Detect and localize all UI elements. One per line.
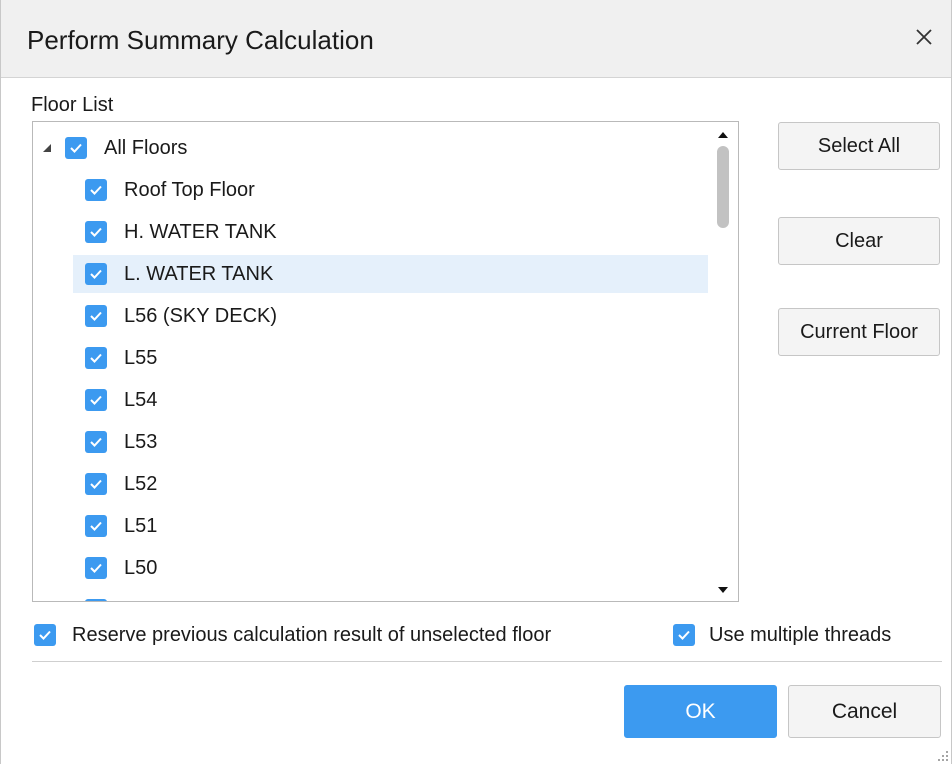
close-icon	[916, 29, 932, 45]
scrollbar-thumb[interactable]	[717, 146, 729, 228]
floor-checkbox[interactable]	[85, 263, 107, 285]
checkmark-icon	[90, 227, 102, 237]
cancel-button[interactable]: Cancel	[788, 685, 941, 738]
floor-row[interactable]: L52	[73, 465, 709, 503]
checkmark-icon	[90, 311, 102, 321]
floor-label: L. WATER TANK	[124, 262, 274, 285]
floor-checkbox[interactable]	[85, 473, 107, 495]
checkmark-icon	[90, 437, 102, 447]
expand-triangle-icon[interactable]	[39, 140, 55, 156]
floor-checkbox[interactable]	[85, 221, 107, 243]
floor-checkbox[interactable]	[85, 179, 107, 201]
floor-label: L50	[124, 556, 158, 579]
title-bar: Perform Summary Calculation	[1, 0, 951, 78]
floor-label: L55	[124, 346, 158, 369]
floor-row-partial[interactable]	[73, 591, 709, 601]
floor-label: L51	[124, 514, 158, 537]
resize-grip-icon[interactable]	[935, 748, 949, 762]
floor-checkbox[interactable]	[85, 431, 107, 453]
checkmark-icon	[39, 630, 51, 640]
multiple-threads-label: Use multiple threads	[709, 623, 892, 646]
floor-row[interactable]: Roof Top Floor	[73, 171, 709, 209]
dialog-title: Perform Summary Calculation	[27, 25, 374, 55]
current-floor-button[interactable]: Current Floor	[778, 308, 940, 356]
floor-checkbox[interactable]	[85, 557, 107, 579]
floor-label: L56 (SKY DECK)	[124, 304, 278, 327]
checkmark-icon	[90, 479, 102, 489]
floor-row-selected[interactable]: L. WATER TANK	[73, 255, 709, 293]
checkmark-icon	[90, 353, 102, 363]
checkbox-all-floors[interactable]	[65, 137, 87, 159]
checkmark-icon	[90, 269, 102, 279]
reserve-result-label: Reserve previous calculation result of u…	[72, 623, 552, 646]
checkmark-icon	[90, 185, 102, 195]
floor-row[interactable]: L56 (SKY DECK)	[73, 297, 709, 335]
ok-button[interactable]: OK	[624, 685, 777, 738]
reserve-result-option[interactable]: Reserve previous calculation result of u…	[34, 620, 551, 650]
floor-row[interactable]: L50	[73, 549, 709, 587]
floor-checkbox[interactable]	[85, 389, 107, 411]
floor-row[interactable]: L53	[73, 423, 709, 461]
scroll-down-button[interactable]	[708, 581, 738, 599]
floor-checkbox[interactable]	[85, 515, 107, 537]
reserve-result-checkbox[interactable]	[34, 624, 56, 646]
close-button[interactable]	[907, 20, 941, 54]
scroll-up-button[interactable]	[708, 126, 738, 144]
floor-list[interactable]: All Floors Roof Top Floor H. WATER TANK …	[32, 121, 739, 602]
floor-list-label: Floor List	[31, 94, 114, 116]
checkmark-icon	[678, 630, 690, 640]
floor-label-all-floors: All Floors	[104, 136, 188, 159]
checkmark-icon	[90, 521, 102, 531]
floor-label: L52	[124, 472, 158, 495]
floor-checkbox[interactable]	[85, 347, 107, 369]
summary-calculation-dialog: Perform Summary Calculation Floor List A…	[0, 0, 952, 764]
checkmark-icon	[70, 143, 82, 153]
clear-button[interactable]: Clear	[778, 217, 940, 265]
floor-row[interactable]: L51	[73, 507, 709, 545]
floor-label: L54	[124, 388, 158, 411]
floor-row[interactable]: H. WATER TANK	[73, 213, 709, 251]
checkmark-icon	[90, 563, 102, 573]
floor-label: L53	[124, 430, 158, 453]
select-all-button[interactable]: Select All	[778, 122, 940, 170]
tree-root-all-floors[interactable]: All Floors	[33, 129, 669, 167]
vertical-scrollbar[interactable]	[708, 122, 738, 601]
floor-row[interactable]: L55	[73, 339, 709, 377]
arrow-down-icon	[718, 587, 728, 593]
floor-label: Roof Top Floor	[124, 178, 255, 201]
floor-checkbox[interactable]	[85, 599, 107, 601]
arrow-up-icon	[718, 132, 728, 138]
checkmark-icon	[90, 395, 102, 405]
floor-label: H. WATER TANK	[124, 220, 277, 243]
multiple-threads-checkbox[interactable]	[673, 624, 695, 646]
footer-divider	[32, 661, 942, 662]
floor-row[interactable]: L54	[73, 381, 709, 419]
multiple-threads-option[interactable]: Use multiple threads	[673, 620, 891, 650]
floor-checkbox[interactable]	[85, 305, 107, 327]
